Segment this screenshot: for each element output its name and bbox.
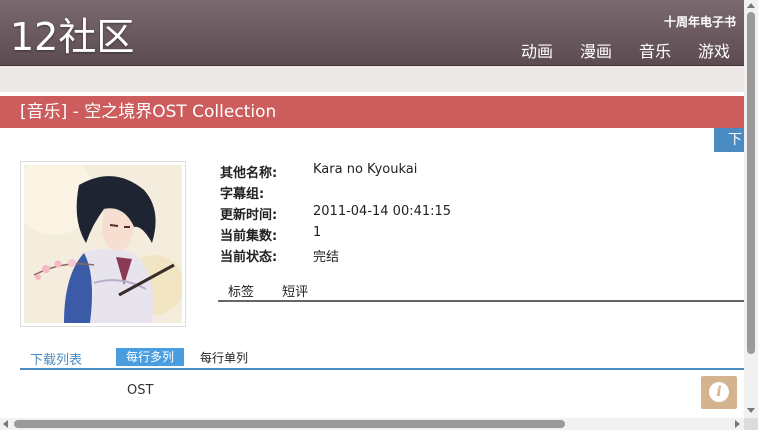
nav-item-anime[interactable]: 动画	[521, 38, 553, 62]
download-list-header: 下载列表 每行多列 每行单列	[20, 346, 744, 370]
scroll-thumb[interactable]	[747, 12, 755, 354]
horizontal-scrollbar[interactable]	[0, 418, 744, 430]
single-column-toggle[interactable]: 每行单列	[200, 349, 248, 366]
nav-item-game[interactable]: 游戏	[698, 38, 730, 62]
detail-tabs: 标签 短评	[218, 281, 744, 302]
main-nav: 动画 漫画 音乐 游戏	[521, 38, 730, 62]
info-icon: i	[709, 382, 729, 402]
info-row-status: 当前状态: 完结	[220, 246, 451, 267]
info-button[interactable]: i	[701, 376, 737, 409]
scrollbar-corner	[744, 418, 758, 430]
scroll-up-icon[interactable]	[747, 3, 755, 8]
tab-reviews[interactable]: 短评	[282, 281, 308, 300]
title-bar: [音乐] - 空之境界OST Collection	[0, 96, 744, 128]
info-key: 更新时间:	[220, 208, 278, 223]
scroll-thumb-horizontal[interactable]	[14, 420, 565, 428]
info-key: 其他名称:	[220, 166, 278, 181]
site-logo[interactable]: 12社区	[10, 14, 134, 60]
cover-image	[20, 161, 186, 327]
info-row-updated: 更新时间: 2011-04-14 00:41:15	[220, 204, 451, 225]
tab-tags[interactable]: 标签	[228, 281, 254, 300]
info-value: 1	[313, 225, 322, 240]
multi-column-toggle[interactable]: 每行多列	[116, 348, 184, 366]
info-key: 当前状态:	[220, 250, 278, 265]
scroll-right-icon[interactable]	[735, 420, 740, 428]
scroll-left-icon[interactable]	[3, 420, 8, 428]
scroll-down-icon[interactable]	[747, 408, 755, 413]
site-header: 12社区 十周年电子书 动画 漫画 音乐 游戏	[0, 0, 744, 66]
ebook-link[interactable]: 十周年电子书	[664, 13, 736, 30]
nav-item-manga[interactable]: 漫画	[580, 38, 612, 62]
download-button[interactable]: 下	[714, 128, 744, 152]
download-list-label: 下载列表	[30, 353, 83, 368]
info-table: 其他名称: Kara no Kyoukai 字幕组: 更新时间: 2011-04…	[220, 162, 451, 267]
info-value: Kara no Kyoukai	[313, 162, 418, 177]
list-item[interactable]: OST	[127, 383, 153, 398]
info-row-episodes: 当前集数: 1	[220, 225, 451, 246]
info-value: 完结	[313, 250, 340, 265]
info-value: 2011-04-14 00:41:15	[313, 204, 452, 219]
info-key: 字幕组:	[220, 187, 265, 202]
page-title: [音乐] - 空之境界OST Collection	[20, 102, 277, 122]
nav-item-music[interactable]: 音乐	[639, 38, 671, 62]
vertical-scrollbar[interactable]	[744, 0, 758, 418]
info-key: 当前集数:	[220, 229, 278, 244]
anime-cover-image	[24, 165, 182, 323]
info-row-subgroup: 字幕组:	[220, 183, 451, 204]
subnav-strip	[0, 66, 744, 92]
info-row-alias: 其他名称: Kara no Kyoukai	[220, 162, 451, 183]
